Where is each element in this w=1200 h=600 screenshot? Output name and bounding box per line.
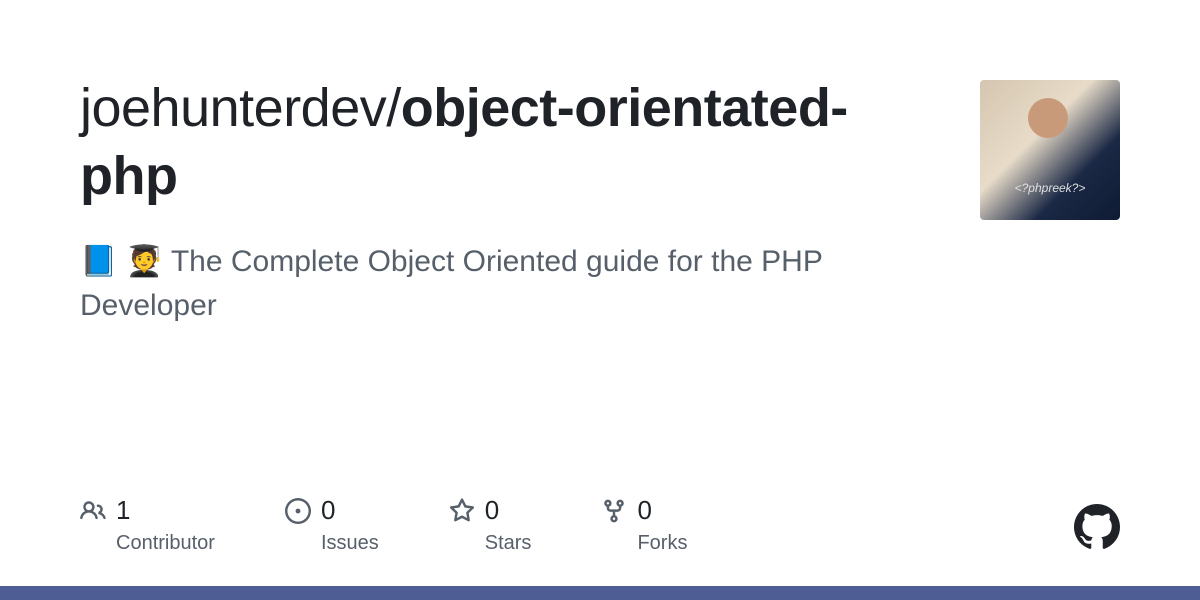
people-icon — [80, 498, 106, 524]
repo-owner: joehunterdev — [80, 78, 386, 138]
stat-count: 0 — [637, 495, 651, 526]
header-row: joehunterdev/object-orientated-php 📘 🧑‍🎓… — [80, 75, 1120, 327]
stat-forks: 0 Forks — [601, 495, 687, 555]
stats-row: 1 Contributor 0 Issues 0 Stars — [80, 495, 687, 555]
stat-contributors: 1 Contributor — [80, 495, 215, 555]
stat-label: Stars — [485, 532, 532, 555]
stat-stars: 0 Stars — [449, 495, 532, 555]
language-color-bar — [0, 586, 1200, 600]
stat-label: Contributor — [116, 532, 215, 555]
issue-icon — [285, 498, 311, 524]
repo-title: joehunterdev/object-orientated-php — [80, 75, 900, 210]
github-logo-icon — [1074, 504, 1120, 555]
title-block: joehunterdev/object-orientated-php 📘 🧑‍🎓… — [80, 75, 900, 327]
stat-label: Forks — [637, 532, 687, 555]
avatar — [980, 80, 1120, 220]
stat-count: 0 — [485, 495, 499, 526]
fork-icon — [601, 498, 627, 524]
stat-count: 0 — [321, 495, 335, 526]
social-preview-card: joehunterdev/object-orientated-php 📘 🧑‍🎓… — [0, 0, 1200, 600]
stat-label: Issues — [321, 532, 379, 555]
star-icon — [449, 498, 475, 524]
stat-issues: 0 Issues — [285, 495, 379, 555]
stat-count: 1 — [116, 495, 130, 526]
repo-separator: / — [386, 78, 401, 138]
repo-description: 📘 🧑‍🎓 The Complete Object Oriented guide… — [80, 240, 840, 327]
